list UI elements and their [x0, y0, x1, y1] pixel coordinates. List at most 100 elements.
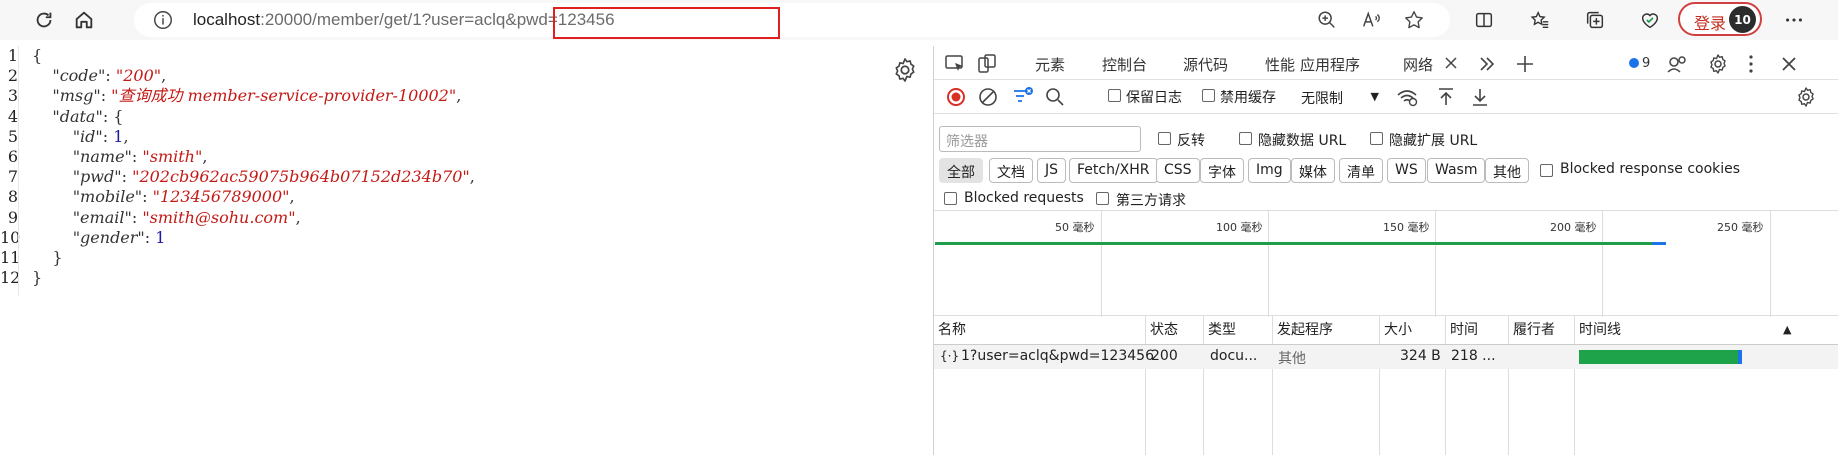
network-toolbar: 保留日志 禁用缓存 无限制 ▼	[934, 80, 1838, 114]
grid-line	[1101, 211, 1102, 317]
favorite-star-icon[interactable]	[1403, 9, 1425, 31]
filter-js[interactable]: JS	[1037, 158, 1067, 183]
json-lines: { "code": "200", "msg": "查询成功 member-ser…	[32, 46, 475, 288]
json-string: "202cb962ac59075b964b07152d234b70"	[132, 167, 470, 187]
tab-sources[interactable]: 源代码	[1183, 54, 1228, 75]
hide-data-urls-label: 隐藏数据 URL	[1258, 133, 1347, 149]
code-line: "msg": "查询成功 member-service-provider-100…	[52, 86, 462, 106]
cell-initiator: 其他	[1278, 351, 1306, 367]
collections-icon[interactable]	[1581, 6, 1609, 34]
add-tab-icon[interactable]	[1513, 52, 1537, 76]
refresh-icon[interactable]	[30, 6, 58, 34]
overview-request-bar	[935, 242, 1652, 245]
network-overview[interactable]: 50 毫秒 100 毫秒 150 毫秒 200 毫秒 250 毫秒	[934, 210, 1838, 317]
filter-wasm[interactable]: Wasm	[1427, 158, 1486, 183]
timeline-tick: 100 毫秒	[1216, 221, 1263, 234]
sort-ascending-icon[interactable]: ▲	[1779, 316, 1791, 344]
record-stop-icon[interactable]	[944, 85, 968, 109]
line-number: 1	[7, 46, 18, 65]
preserve-log-checkbox[interactable]	[1108, 89, 1121, 102]
timeline-tick: 150 毫秒	[1383, 221, 1430, 234]
filter-doc[interactable]: 文档	[989, 158, 1033, 183]
overview-download-bar	[1652, 242, 1666, 245]
favorites-icon[interactable]	[1526, 6, 1554, 34]
json-key: "pwd"	[72, 167, 122, 187]
tab-elements[interactable]: 元素	[1035, 54, 1065, 75]
filter-img[interactable]: Img	[1248, 158, 1291, 183]
json-string: "smith"	[142, 146, 203, 166]
col-header-name[interactable]: 名称	[934, 316, 966, 344]
tab-application[interactable]: 应用程序	[1300, 54, 1360, 75]
line-number: 4	[7, 106, 18, 126]
json-viewer: 1 2 3 4 5 6 7 8 9 10 11 12 { "code": "20…	[0, 46, 930, 455]
customize-icon[interactable]	[1665, 52, 1689, 76]
device-emulation-icon[interactable]	[975, 52, 999, 76]
col-header-time[interactable]: 时间	[1446, 316, 1478, 344]
more-tabs-chevron-icon[interactable]	[1475, 52, 1499, 76]
close-tab-icon[interactable]	[1441, 53, 1461, 73]
split-screen-icon[interactable]	[1470, 6, 1498, 34]
read-aloud-icon[interactable]	[1360, 9, 1382, 31]
filter-other[interactable]: 其他	[1485, 158, 1529, 183]
clear-icon[interactable]	[976, 85, 1000, 109]
col-header-status[interactable]: 状态	[1146, 316, 1178, 344]
export-har-icon[interactable]	[1468, 85, 1492, 109]
waterfall-download-bar	[1738, 350, 1742, 364]
filter-all[interactable]: 全部	[939, 158, 983, 183]
devtools-settings-gear-icon[interactable]	[1706, 52, 1730, 76]
url-highlight-box	[553, 7, 780, 39]
filter-fetch-xhr[interactable]: Fetch/XHR	[1069, 158, 1158, 183]
import-har-icon[interactable]	[1434, 85, 1458, 109]
filter-funnel-icon[interactable]	[1011, 85, 1035, 109]
filter-input[interactable]: 筛选器	[939, 126, 1141, 152]
home-icon[interactable]	[70, 6, 98, 34]
filter-css[interactable]: CSS	[1156, 158, 1200, 183]
site-info-icon[interactable]	[152, 9, 174, 31]
json-key: "data"	[52, 106, 103, 126]
network-settings-gear-icon[interactable]	[1794, 85, 1818, 109]
col-header-waterfall[interactable]: 时间线	[1575, 316, 1621, 344]
code-line: "id": 1,	[72, 126, 129, 146]
hide-data-urls-checkbox[interactable]	[1239, 132, 1252, 145]
line-number: 7	[7, 167, 18, 187]
inspect-element-icon[interactable]	[943, 52, 967, 76]
table-row[interactable]: {·} 1?user=aclq&pwd=123456 200 docu... 其…	[934, 345, 1838, 369]
devtools-tab-strip: 元素 控制台 源代码 性能 应用程序 网络 9	[934, 46, 1838, 80]
more-options-icon[interactable]	[1780, 6, 1808, 34]
viewer-settings-gear-icon[interactable]	[891, 56, 919, 84]
browser-essentials-icon[interactable]	[1636, 6, 1664, 34]
hide-ext-urls-checkbox[interactable]	[1370, 132, 1383, 145]
tab-performance[interactable]: 性能	[1265, 54, 1295, 75]
tab-console[interactable]: 控制台	[1102, 54, 1147, 75]
zoom-icon[interactable]	[1316, 9, 1338, 31]
filter-ws[interactable]: WS	[1387, 158, 1426, 183]
code-line: {	[32, 46, 43, 65]
filter-media[interactable]: 媒体	[1291, 158, 1335, 183]
invert-checkbox[interactable]	[1158, 132, 1171, 145]
throttling-value: 无限制	[1301, 91, 1343, 107]
search-icon[interactable]	[1043, 85, 1067, 109]
disable-cache-checkbox[interactable]	[1202, 89, 1215, 102]
throttling-select[interactable]: 无限制 ▼	[1295, 84, 1381, 110]
blocked-cookies-label: Blocked response cookies	[1560, 161, 1741, 177]
blocked-requests-checkbox[interactable]	[944, 192, 957, 205]
grid-line	[1435, 211, 1436, 317]
address-bar[interactable]: localhost:20000/member/get/1?user=aclq&p…	[134, 3, 1450, 39]
issue-dot-icon	[1629, 58, 1639, 68]
url-text[interactable]: localhost:20000/member/get/1?user=aclq&p…	[193, 10, 615, 30]
tab-network[interactable]: 网络	[1403, 54, 1433, 75]
col-header-size[interactable]: 大小	[1380, 316, 1412, 344]
network-conditions-icon[interactable]	[1395, 85, 1419, 109]
third-party-checkbox[interactable]	[1096, 192, 1109, 205]
blocked-cookies-checkbox[interactable]	[1540, 164, 1553, 177]
col-header-fulfilled-by[interactable]: 履行者	[1509, 316, 1555, 344]
grid-line	[1602, 211, 1603, 317]
col-header-initiator[interactable]: 发起程序	[1273, 316, 1333, 344]
filter-font[interactable]: 字体	[1200, 158, 1244, 183]
login-button[interactable]: 登录 10	[1678, 2, 1762, 36]
col-header-type[interactable]: 类型	[1204, 316, 1236, 344]
close-devtools-icon[interactable]	[1777, 52, 1801, 76]
filter-manifest[interactable]: 清单	[1339, 158, 1383, 183]
devtools-more-icon[interactable]	[1739, 52, 1763, 76]
issues-badge[interactable]: 9	[1629, 56, 1650, 71]
